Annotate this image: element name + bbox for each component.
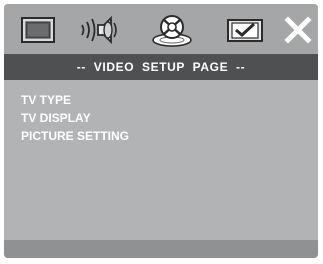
menu-item-tv-type[interactable]: TV TYPE xyxy=(21,92,71,108)
menu-item-picture-setting[interactable]: PICTURE SETTING xyxy=(21,128,129,144)
close-icon xyxy=(284,16,312,44)
setup-screen: -- VIDEO SETUP PAGE -- TV TYPE TV DISPLA… xyxy=(4,4,318,258)
setup-tab-bar xyxy=(4,4,318,54)
page-title: -- VIDEO SETUP PAGE -- xyxy=(4,54,318,80)
tab-video-setup[interactable] xyxy=(146,10,198,50)
checked-screen-icon xyxy=(227,19,263,42)
tab-preference-setup[interactable] xyxy=(219,10,271,50)
status-bar xyxy=(4,240,318,258)
video-disc-icon xyxy=(152,15,192,47)
monitor-icon xyxy=(21,17,55,43)
tab-general-setup[interactable] xyxy=(12,10,64,50)
setup-menu: TV TYPE TV DISPLAY PICTURE SETTING xyxy=(4,80,318,240)
speaker-sound-icon xyxy=(81,15,117,45)
menu-item-tv-display[interactable]: TV DISPLAY xyxy=(21,110,91,126)
tab-audio-setup[interactable] xyxy=(74,10,126,50)
tab-exit[interactable] xyxy=(280,10,316,50)
